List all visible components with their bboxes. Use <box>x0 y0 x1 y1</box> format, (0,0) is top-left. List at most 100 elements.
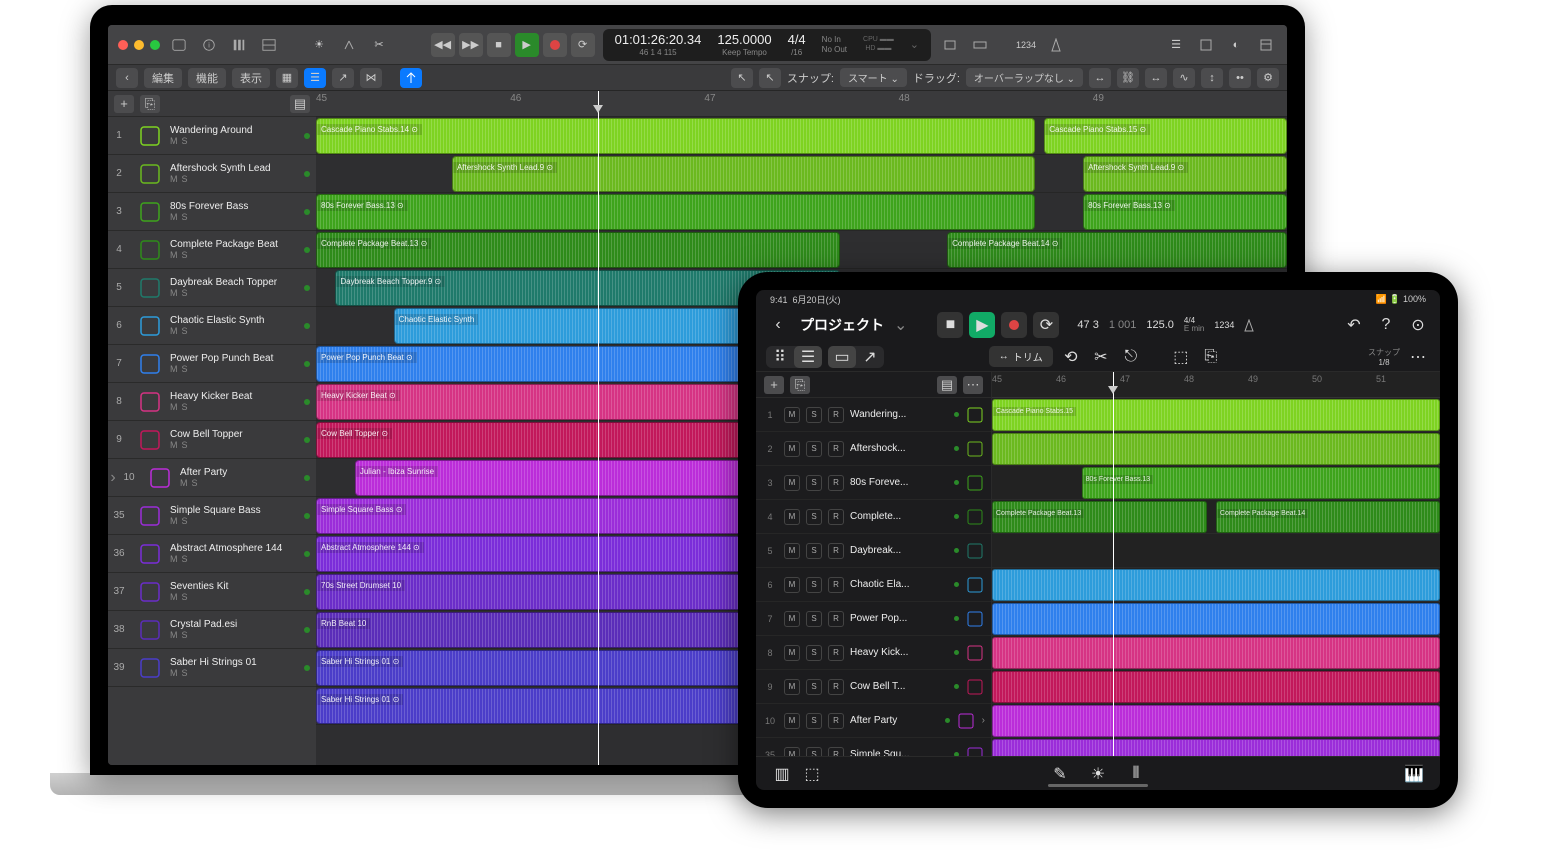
ipad-cycle-button[interactable]: ⟳ <box>1033 312 1059 338</box>
ipad-lane[interactable] <box>992 738 1440 756</box>
minimize-dot[interactable] <box>134 40 144 50</box>
track-header[interactable]: 5 Daybreak Beach Topper MS <box>108 269 316 307</box>
audio-region[interactable]: 80s Forever Bass.13 ⊙ <box>316 194 1035 230</box>
solo-button[interactable]: S <box>182 554 188 564</box>
tuner-icon[interactable] <box>338 34 360 56</box>
solo-button[interactable]: S <box>182 516 188 526</box>
solo-button[interactable]: S <box>806 679 822 695</box>
audio-region[interactable]: Cascade Piano Stabs.15 ⊙ <box>1044 118 1287 154</box>
solo-button[interactable]: S <box>806 645 822 661</box>
mixer-icon[interactable] <box>228 34 250 56</box>
track-instrument-icon[interactable] <box>965 677 985 697</box>
track-enable-dot[interactable] <box>954 650 959 655</box>
ipad-lane[interactable] <box>992 636 1440 670</box>
window-controls[interactable] <box>118 40 160 50</box>
track-enable-dot[interactable] <box>304 513 310 519</box>
ipad-loop-icon[interactable]: ⟲ <box>1059 345 1083 369</box>
ipad-mixer-icon[interactable]: ▥ <box>770 762 794 786</box>
mute-button[interactable]: M <box>170 250 178 260</box>
vzoom-icon[interactable]: ↕ <box>1201 68 1223 88</box>
track-header[interactable]: 9 Cow Bell Topper MS <box>108 421 316 459</box>
pointer-tool-icon[interactable]: ↖ <box>731 68 753 88</box>
ipad-lane[interactable] <box>992 704 1440 738</box>
solo-button[interactable]: S <box>806 475 822 491</box>
ipad-region[interactable] <box>992 671 1440 703</box>
mute-button[interactable]: M <box>784 543 800 559</box>
track-instrument-icon[interactable] <box>956 711 976 731</box>
track-enable-dot[interactable] <box>304 133 310 139</box>
track-instrument-icon[interactable] <box>134 120 166 152</box>
track-instrument-icon[interactable] <box>134 652 166 684</box>
track-enable-dot[interactable] <box>304 665 310 671</box>
display-mode-icon[interactable]: ☀ <box>308 34 330 56</box>
functions-menu[interactable]: 機能 <box>188 68 226 88</box>
stop-button[interactable]: ■ <box>487 33 511 57</box>
track-header[interactable]: 36 Abstract Atmosphere 144 MS <box>108 535 316 573</box>
ipad-lane[interactable]: Cascade Piano Stabs.15 <box>992 398 1440 432</box>
count-in-icon[interactable]: 1234 <box>1015 34 1037 56</box>
mute-button[interactable]: M <box>784 645 800 661</box>
add-track-button[interactable]: + <box>114 95 134 113</box>
track-instrument-icon[interactable] <box>965 405 985 425</box>
track-instrument-icon[interactable] <box>965 541 985 561</box>
record-enable-button[interactable]: R <box>828 543 844 559</box>
track-lane[interactable]: Aftershock Synth Lead.9 ⊙Aftershock Synt… <box>316 155 1287 193</box>
track-enable-dot[interactable] <box>304 323 310 329</box>
solo-button[interactable]: S <box>182 326 188 336</box>
solo-button[interactable]: S <box>182 288 188 298</box>
track-enable-dot[interactable] <box>954 616 959 621</box>
record-enable-button[interactable]: R <box>828 577 844 593</box>
solo-button[interactable]: S <box>182 250 188 260</box>
track-header[interactable]: 7 Power Pop Punch Beat MS <box>108 345 316 383</box>
solo-button[interactable]: S <box>182 592 188 602</box>
rewind-button[interactable]: ◀◀ <box>431 33 455 57</box>
ipad-trim-button[interactable]: ↔ トリム <box>989 346 1053 367</box>
track-header[interactable]: › 10 After Party MS <box>108 459 316 497</box>
ipad-playhead[interactable] <box>1113 372 1114 756</box>
track-enable-dot[interactable] <box>954 514 959 519</box>
track-header[interactable]: 1 Wandering Around MS <box>108 117 316 155</box>
mute-button[interactable]: M <box>170 440 178 450</box>
ipad-global-button[interactable]: ▤ <box>937 376 957 394</box>
ipad-region[interactable] <box>992 705 1440 737</box>
ipad-track-row[interactable]: 2 M S R Aftershock... <box>756 432 991 466</box>
ipad-track-row[interactable]: 4 M S R Complete... <box>756 500 991 534</box>
duplicate-track-button[interactable]: ⎘ <box>140 95 160 113</box>
ipad-lane[interactable]: Complete Package Beat.13Complete Package… <box>992 500 1440 534</box>
ipad-automation-icon[interactable]: ↗ <box>856 346 884 368</box>
mute-button[interactable]: M <box>784 475 800 491</box>
scissors-icon[interactable]: ✂ <box>368 34 390 56</box>
record-button[interactable] <box>543 33 567 57</box>
record-enable-button[interactable]: R <box>828 475 844 491</box>
track-enable-dot[interactable] <box>304 399 310 405</box>
drag-dropdown[interactable]: オーバーラップなし ⌄ <box>966 68 1083 87</box>
track-instrument-icon[interactable] <box>134 538 166 570</box>
global-tracks-button[interactable]: ▤ <box>290 95 310 113</box>
cycle-button[interactable]: ⟳ <box>571 33 595 57</box>
track-lane[interactable]: Complete Package Beat.13 ⊙Complete Packa… <box>316 231 1287 269</box>
record-enable-button[interactable]: R <box>828 441 844 457</box>
back-icon[interactable]: ‹ <box>116 68 138 88</box>
mute-button[interactable]: M <box>180 478 188 488</box>
track-enable-dot[interactable] <box>304 361 310 367</box>
ipad-add-track-button[interactable]: + <box>764 376 784 394</box>
ipad-track-row[interactable]: 1 M S R Wandering... <box>756 398 991 432</box>
mute-button[interactable]: M <box>784 577 800 593</box>
audio-region[interactable]: Aftershock Synth Lead.9 ⊙ <box>1083 156 1287 192</box>
track-instrument-icon[interactable] <box>134 424 166 456</box>
ipad-overflow-icon[interactable]: ⋯ <box>1406 345 1430 369</box>
track-header[interactable]: 3 80s Forever Bass MS <box>108 193 316 231</box>
lcd-display[interactable]: 01:01:26:20.3446 1 4 115 125.0000Keep Te… <box>603 29 931 61</box>
track-instrument-icon[interactable] <box>965 609 985 629</box>
grid-view-icon[interactable]: ▦ <box>276 68 298 88</box>
ipad-track-row[interactable]: 8 M S R Heavy Kick... <box>756 636 991 670</box>
track-lane[interactable]: Cascade Piano Stabs.14 ⊙Cascade Piano St… <box>316 117 1287 155</box>
ipad-region[interactable] <box>992 603 1440 635</box>
track-enable-dot[interactable] <box>304 551 310 557</box>
mute-button[interactable]: M <box>784 747 800 757</box>
track-header[interactable]: 35 Simple Square Bass MS <box>108 497 316 535</box>
track-instrument-icon[interactable] <box>144 462 176 494</box>
track-header[interactable]: 8 Heavy Kicker Beat MS <box>108 383 316 421</box>
record-enable-button[interactable]: R <box>828 611 844 627</box>
track-instrument-icon[interactable] <box>965 439 985 459</box>
